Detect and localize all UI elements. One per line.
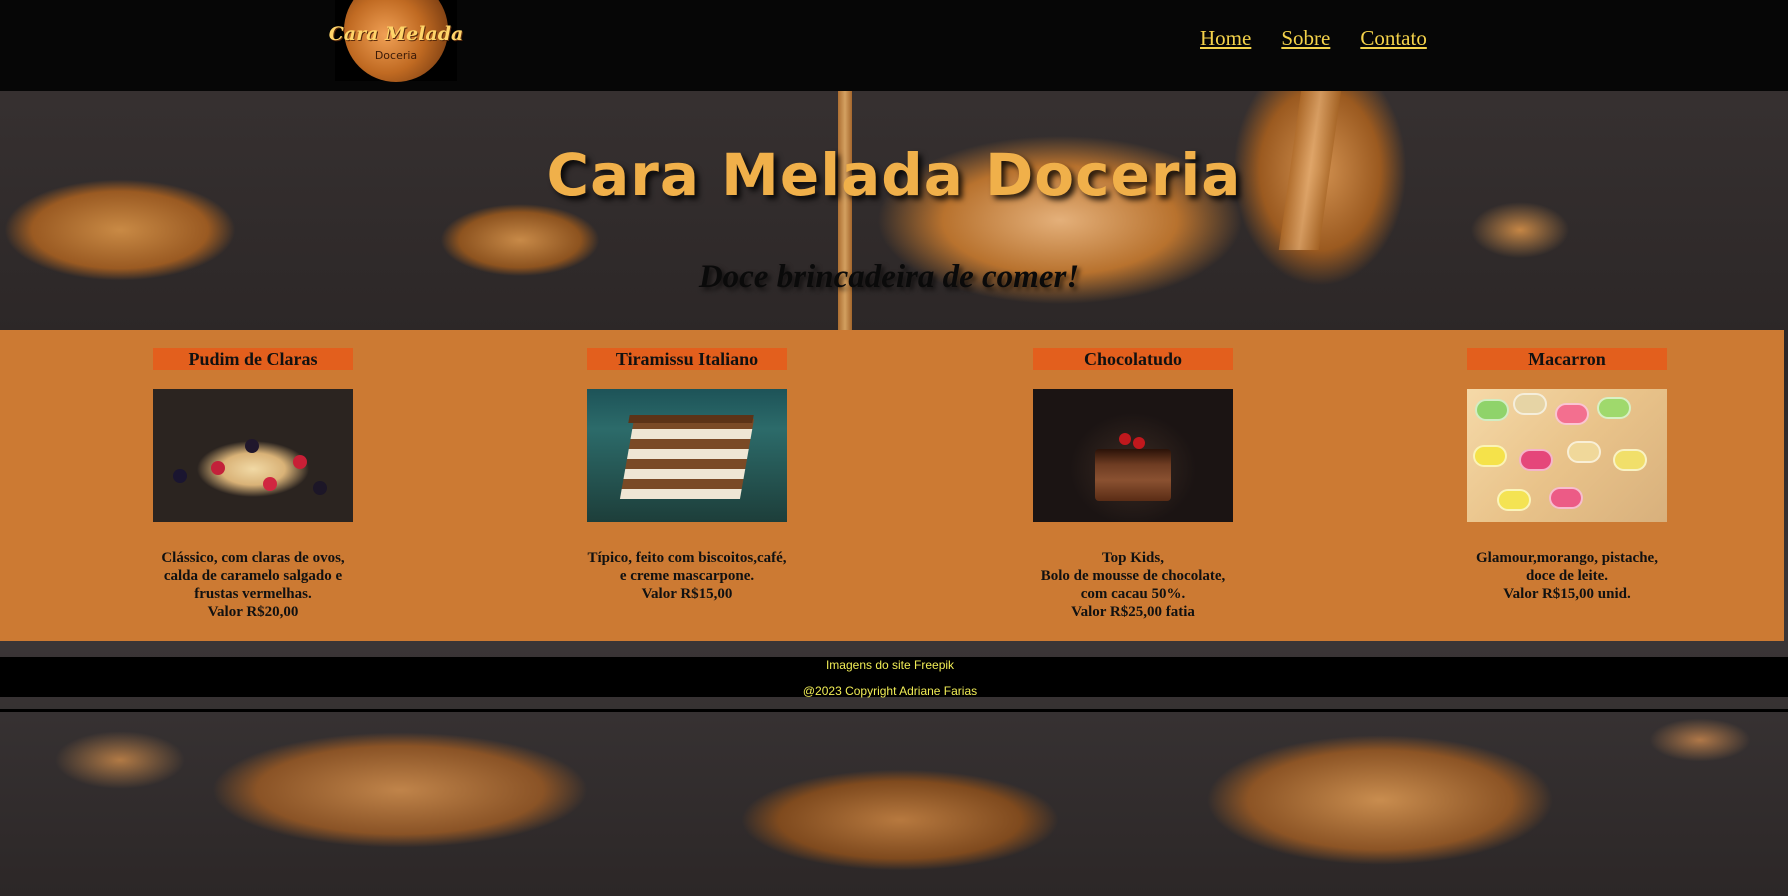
product-description: Clássico, com claras de ovos, calda de c… — [161, 550, 345, 620]
product-title: Chocolatudo — [1033, 348, 1233, 370]
product-card-pudim: Pudim de Claras Clássico, com claras de … — [153, 348, 353, 621]
main-nav: Home Sobre Contato — [1200, 26, 1427, 51]
site-header: Cara Melada Doceria Home Sobre Contato — [0, 0, 1788, 91]
product-title: Pudim de Claras — [153, 348, 353, 370]
product-description: Top Kids, Bolo de mousse de chocolate, c… — [1040, 550, 1226, 620]
nav-sobre-link[interactable]: Sobre — [1281, 26, 1330, 51]
products-section: Pudim de Claras Clássico, com claras de … — [0, 330, 1784, 641]
cherry — [1133, 437, 1145, 449]
site-footer: Imagens do site Freepik @2023 Copyright … — [0, 657, 1788, 698]
hero-banner: Cara Melada Doceria Doce brincadeira de … — [0, 91, 1788, 330]
product-card-chocolatudo: Chocolatudo Top Kids, Bolo de mousse de … — [1033, 348, 1233, 621]
product-description: Glamour,morango, pistache, doce de leite… — [1476, 550, 1658, 602]
product-title: Macarron — [1467, 348, 1667, 370]
cocoa-top — [628, 415, 754, 423]
hero-title: Cara Melada Doceria — [546, 141, 1242, 209]
logo-script-text: Cara Melada — [328, 23, 464, 45]
image-credits: Imagens do site Freepik — [825, 658, 955, 672]
macarron-image — [1467, 389, 1667, 522]
copyright-text: @2023 Copyright Adriane Farias — [802, 684, 978, 698]
divider — [0, 709, 1788, 712]
nav-home-link[interactable]: Home — [1200, 26, 1251, 51]
product-title: Tiramissu Italiano — [587, 348, 787, 370]
cherry — [1119, 433, 1131, 445]
hero-subtitle: Doce brincadeira de comer! — [698, 259, 1080, 295]
chocolate-cake — [1095, 449, 1171, 501]
pudim-image — [153, 389, 353, 522]
tiramissu-image — [587, 389, 787, 522]
tiramissu-slice — [619, 419, 755, 499]
product-card-tiramissu: Tiramissu Italiano Típico, feito com bis… — [587, 348, 787, 603]
logo-sub-text: Doceria — [374, 49, 418, 62]
logo-badge: Cara Melada Doceria — [329, 0, 463, 82]
chocolatudo-image — [1033, 389, 1233, 522]
logo[interactable]: Cara Melada Doceria — [329, 0, 463, 82]
product-description: Típico, feito com biscoitos,café, e crem… — [587, 550, 787, 602]
product-card-macarron: Macarron Glamour,morango, pistache, doce… — [1467, 348, 1667, 603]
nav-contato-link[interactable]: Contato — [1360, 26, 1427, 51]
